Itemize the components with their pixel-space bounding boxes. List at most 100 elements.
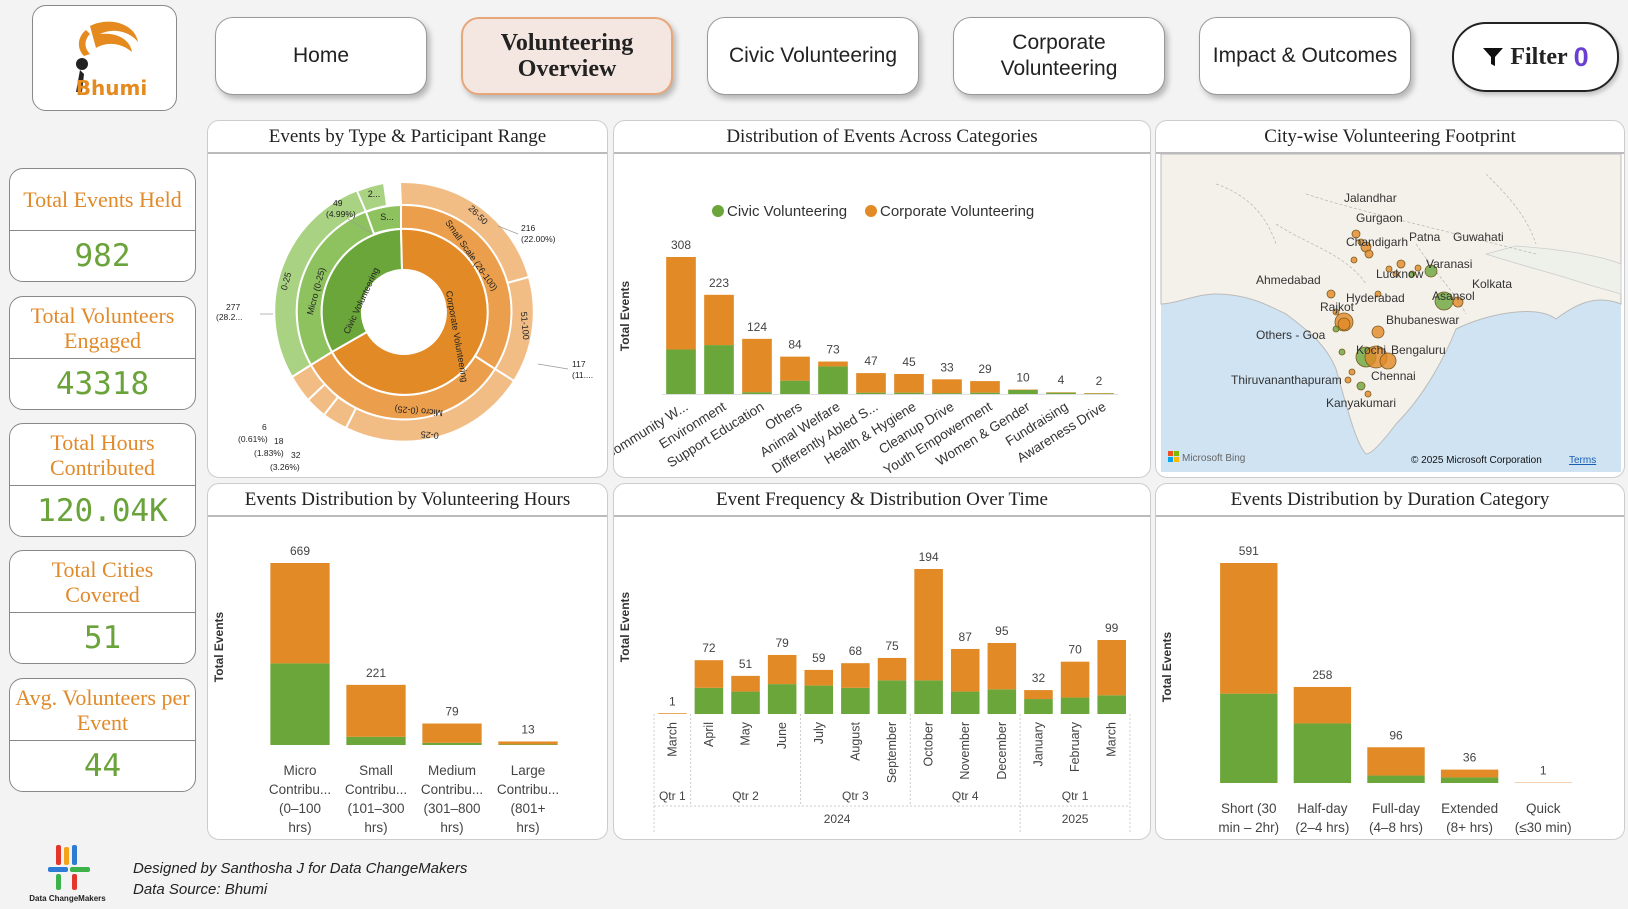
map-terms-link[interactable]: Terms (1569, 455, 1596, 466)
bar-corporate[interactable] (856, 373, 886, 393)
bar-corporate[interactable] (767, 654, 797, 685)
city-bubble[interactable] (1356, 381, 1366, 391)
city-map[interactable]: Jalandhar Gurgaon Chandigarh Patna Guwahati V… (1156, 153, 1625, 477)
bar-civic[interactable] (1097, 695, 1126, 714)
filter-button[interactable]: Filter 0 (1452, 22, 1619, 92)
bar-civic[interactable] (1046, 392, 1076, 394)
bar-civic[interactable] (877, 680, 907, 714)
bar-civic[interactable] (346, 736, 406, 745)
bar-corporate[interactable] (694, 660, 724, 688)
sunburst-outer-label: 0-25 (420, 429, 439, 441)
bar-civic[interactable] (932, 393, 962, 394)
bar-corporate[interactable] (704, 294, 734, 346)
bar-civic[interactable] (856, 392, 886, 394)
bar-civic[interactable] (498, 744, 558, 745)
bar-civic[interactable] (894, 392, 924, 394)
bar-civic[interactable] (804, 685, 834, 714)
bar-corporate[interactable] (270, 563, 330, 664)
bar-civic[interactable] (1293, 723, 1352, 783)
bar-corporate[interactable] (987, 642, 1017, 690)
callout-pct: (22.00%) (521, 234, 556, 244)
bar-civic[interactable] (1008, 389, 1038, 394)
nav-overview-button[interactable]: Volunteering Overview (461, 17, 673, 95)
bar-corporate[interactable] (498, 741, 558, 745)
legend-corporate-label: Corporate Volunteering (880, 203, 1034, 220)
categories-chart: Civic Volunteering Corporate Volunteerin… (614, 203, 1118, 477)
bar-civic[interactable] (780, 380, 810, 394)
city-bubble[interactable] (1371, 325, 1385, 339)
x-tick-label: Quick (1526, 801, 1561, 816)
bar-corporate[interactable] (658, 713, 687, 714)
bar-civic[interactable] (742, 392, 772, 394)
bar-corporate[interactable] (1220, 563, 1278, 694)
bar-corporate[interactable] (970, 381, 1000, 393)
bar-civic[interactable] (694, 687, 724, 714)
bar-civic[interactable] (970, 392, 1000, 394)
time-chart: Total Events 1 March 72 April 51 May 79 June 59 Ju… (618, 550, 1131, 832)
x-tick-label: hrs) (516, 820, 539, 835)
city-bubble[interactable] (1332, 325, 1340, 333)
bar-corporate[interactable] (950, 648, 980, 692)
bar-corporate[interactable] (804, 669, 834, 686)
bar-corporate[interactable] (877, 657, 907, 681)
bar-civic[interactable] (950, 691, 980, 714)
bar-corporate[interactable] (818, 361, 848, 367)
datachangemakers-logo-icon (47, 845, 90, 890)
bar-corporate[interactable] (841, 663, 870, 688)
bar-civic[interactable] (422, 742, 482, 745)
data-label: 591 (1239, 544, 1259, 558)
panel-title: City-wise Volunteering Footprint (1156, 121, 1624, 154)
bar-corporate[interactable] (1367, 747, 1425, 776)
city-bubble[interactable] (1344, 376, 1352, 384)
bar-corporate[interactable] (1097, 640, 1126, 696)
x-tick-label: (2–4 hrs) (1295, 820, 1349, 835)
bar-civic[interactable] (1367, 775, 1425, 783)
nav-home-button[interactable]: Home (215, 17, 427, 95)
x-tick-label: Short (30 (1221, 801, 1277, 816)
bar-corporate[interactable] (422, 723, 482, 743)
bar-corporate[interactable] (1293, 686, 1352, 724)
bar-corporate[interactable] (932, 379, 962, 394)
bar-corporate[interactable] (780, 356, 810, 381)
city-bubble[interactable] (1338, 348, 1346, 356)
nav-corporate-button[interactable]: Corporate Volunteering (953, 17, 1165, 95)
x-tick-label: Micro (284, 763, 317, 778)
kpi-title: Avg. Volunteers per Event (10, 679, 195, 741)
bar-corporate[interactable] (346, 684, 406, 737)
city-bubble[interactable] (1350, 256, 1358, 264)
bar-civic[interactable] (841, 687, 870, 714)
bar-civic[interactable] (818, 366, 848, 394)
bar-civic[interactable] (1060, 697, 1090, 714)
bar-civic[interactable] (767, 684, 797, 714)
bar-corporate[interactable] (666, 257, 696, 350)
bar-civic[interactable] (914, 680, 943, 714)
nav-impact-button[interactable]: Impact & Outcomes (1199, 17, 1411, 95)
bar-civic[interactable] (731, 691, 760, 714)
bar-corporate[interactable] (1024, 690, 1053, 700)
city-bubble[interactable] (1326, 289, 1336, 299)
city-label: Hyderabad (1346, 291, 1405, 305)
bar-civic[interactable] (1440, 777, 1499, 783)
nav-civic-button[interactable]: Civic Volunteering (707, 17, 919, 95)
bar-corporate[interactable] (1440, 769, 1499, 778)
bar-corporate[interactable] (914, 569, 943, 681)
bar-corporate[interactable] (1060, 661, 1090, 698)
callout-value: 6 (262, 422, 267, 432)
bar-civic[interactable] (1220, 693, 1278, 783)
hours-chart: Total Events 669 Micro Contribu... (0–100 hrs… (212, 544, 559, 835)
city-bubble[interactable] (1364, 249, 1374, 259)
bar-corporate[interactable] (894, 373, 924, 393)
kpi-value: 43318 (55, 366, 150, 402)
x-tick-label: (0–100 (279, 801, 321, 816)
city-bubble[interactable] (1337, 317, 1351, 331)
bar-civic[interactable] (704, 345, 734, 394)
bar-civic[interactable] (1024, 699, 1053, 714)
bar-corporate[interactable] (731, 675, 760, 692)
bar-civic[interactable] (987, 689, 1017, 714)
callout-pct: (28.2... (216, 312, 242, 322)
city-bubble[interactable] (1348, 368, 1356, 376)
bar-corporate[interactable] (742, 338, 772, 393)
bar-civic[interactable] (666, 349, 696, 394)
sunburst-middle-label: S... (380, 212, 394, 222)
bar-civic[interactable] (270, 663, 330, 745)
